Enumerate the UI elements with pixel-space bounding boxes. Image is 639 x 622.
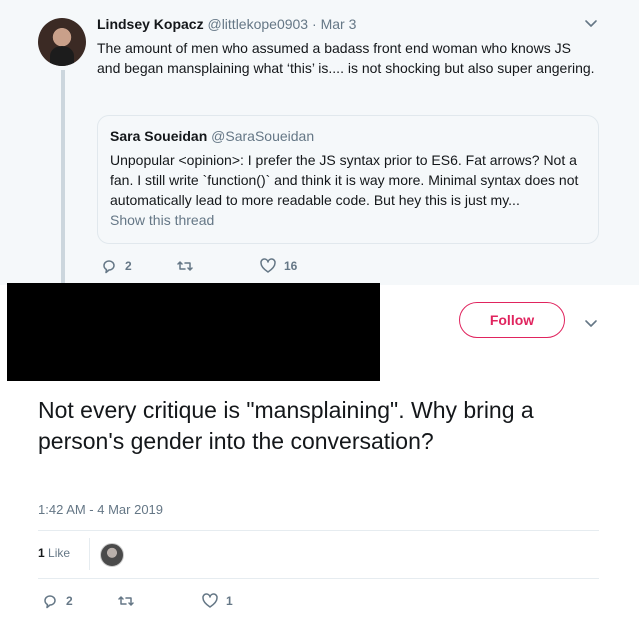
like-stats[interactable]: 1 Like bbox=[38, 546, 70, 560]
author-name[interactable]: Lindsey Kopacz bbox=[97, 16, 204, 32]
parent-tweet-text: The amount of men who assumed a badass f… bbox=[97, 40, 595, 76]
tweet-timestamp[interactable]: 1:42 AM - 4 Mar 2019 bbox=[38, 502, 163, 517]
show-thread-link[interactable]: Show this thread bbox=[110, 212, 214, 228]
quoted-tweet-header: Sara Soueidan @SaraSoueidan bbox=[110, 128, 314, 144]
retweet-icon bbox=[118, 596, 134, 606]
like-action[interactable]: 1 bbox=[202, 593, 233, 609]
retweet-action[interactable] bbox=[118, 593, 142, 609]
follow-button[interactable]: Follow bbox=[459, 302, 565, 338]
like-action[interactable]: 16 bbox=[260, 258, 297, 274]
avatar[interactable] bbox=[38, 18, 86, 66]
reply-count: 2 bbox=[125, 259, 132, 273]
like-count: 1 bbox=[226, 594, 233, 608]
quoted-tweet-text: Unpopular <opinion>: I prefer the JS syn… bbox=[110, 152, 579, 208]
liker-avatar[interactable] bbox=[100, 543, 124, 567]
reply-action[interactable]: 2 bbox=[42, 593, 73, 609]
thread-connector-line bbox=[61, 70, 65, 285]
reply-action[interactable]: 2 bbox=[101, 258, 132, 274]
reply-tweet-text: Not every critique is "mansplaining". Wh… bbox=[38, 397, 534, 454]
divider bbox=[38, 530, 599, 531]
redacted-author-block bbox=[7, 283, 380, 381]
reply-count: 2 bbox=[66, 594, 73, 608]
author-handle[interactable]: @littlekope0903 bbox=[207, 16, 308, 32]
reply-icon bbox=[44, 595, 56, 609]
chevron-down-icon[interactable] bbox=[584, 16, 598, 30]
quoted-author-name: Sara Soueidan bbox=[110, 128, 208, 144]
meta-separator: · bbox=[312, 16, 317, 32]
like-icon bbox=[202, 593, 218, 608]
retweet-icon bbox=[177, 261, 193, 271]
quoted-author-handle: @SaraSoueidan bbox=[211, 128, 315, 144]
retweet-action[interactable] bbox=[177, 258, 201, 274]
like-stat-count: 1 bbox=[38, 546, 45, 560]
tweet-date[interactable]: Mar 3 bbox=[321, 16, 357, 32]
quoted-tweet[interactable]: Sara Soueidan @SaraSoueidan Unpopular <o… bbox=[97, 115, 599, 244]
divider bbox=[38, 578, 599, 579]
like-stat-label: Like bbox=[48, 546, 71, 560]
reply-icon bbox=[103, 260, 115, 274]
like-icon bbox=[260, 258, 276, 273]
chevron-down-icon[interactable] bbox=[584, 316, 598, 330]
like-count: 16 bbox=[284, 259, 298, 273]
parent-tweet-header: Lindsey Kopacz @littlekope0903 · Mar 3 bbox=[97, 16, 356, 32]
stats-separator bbox=[89, 538, 90, 570]
